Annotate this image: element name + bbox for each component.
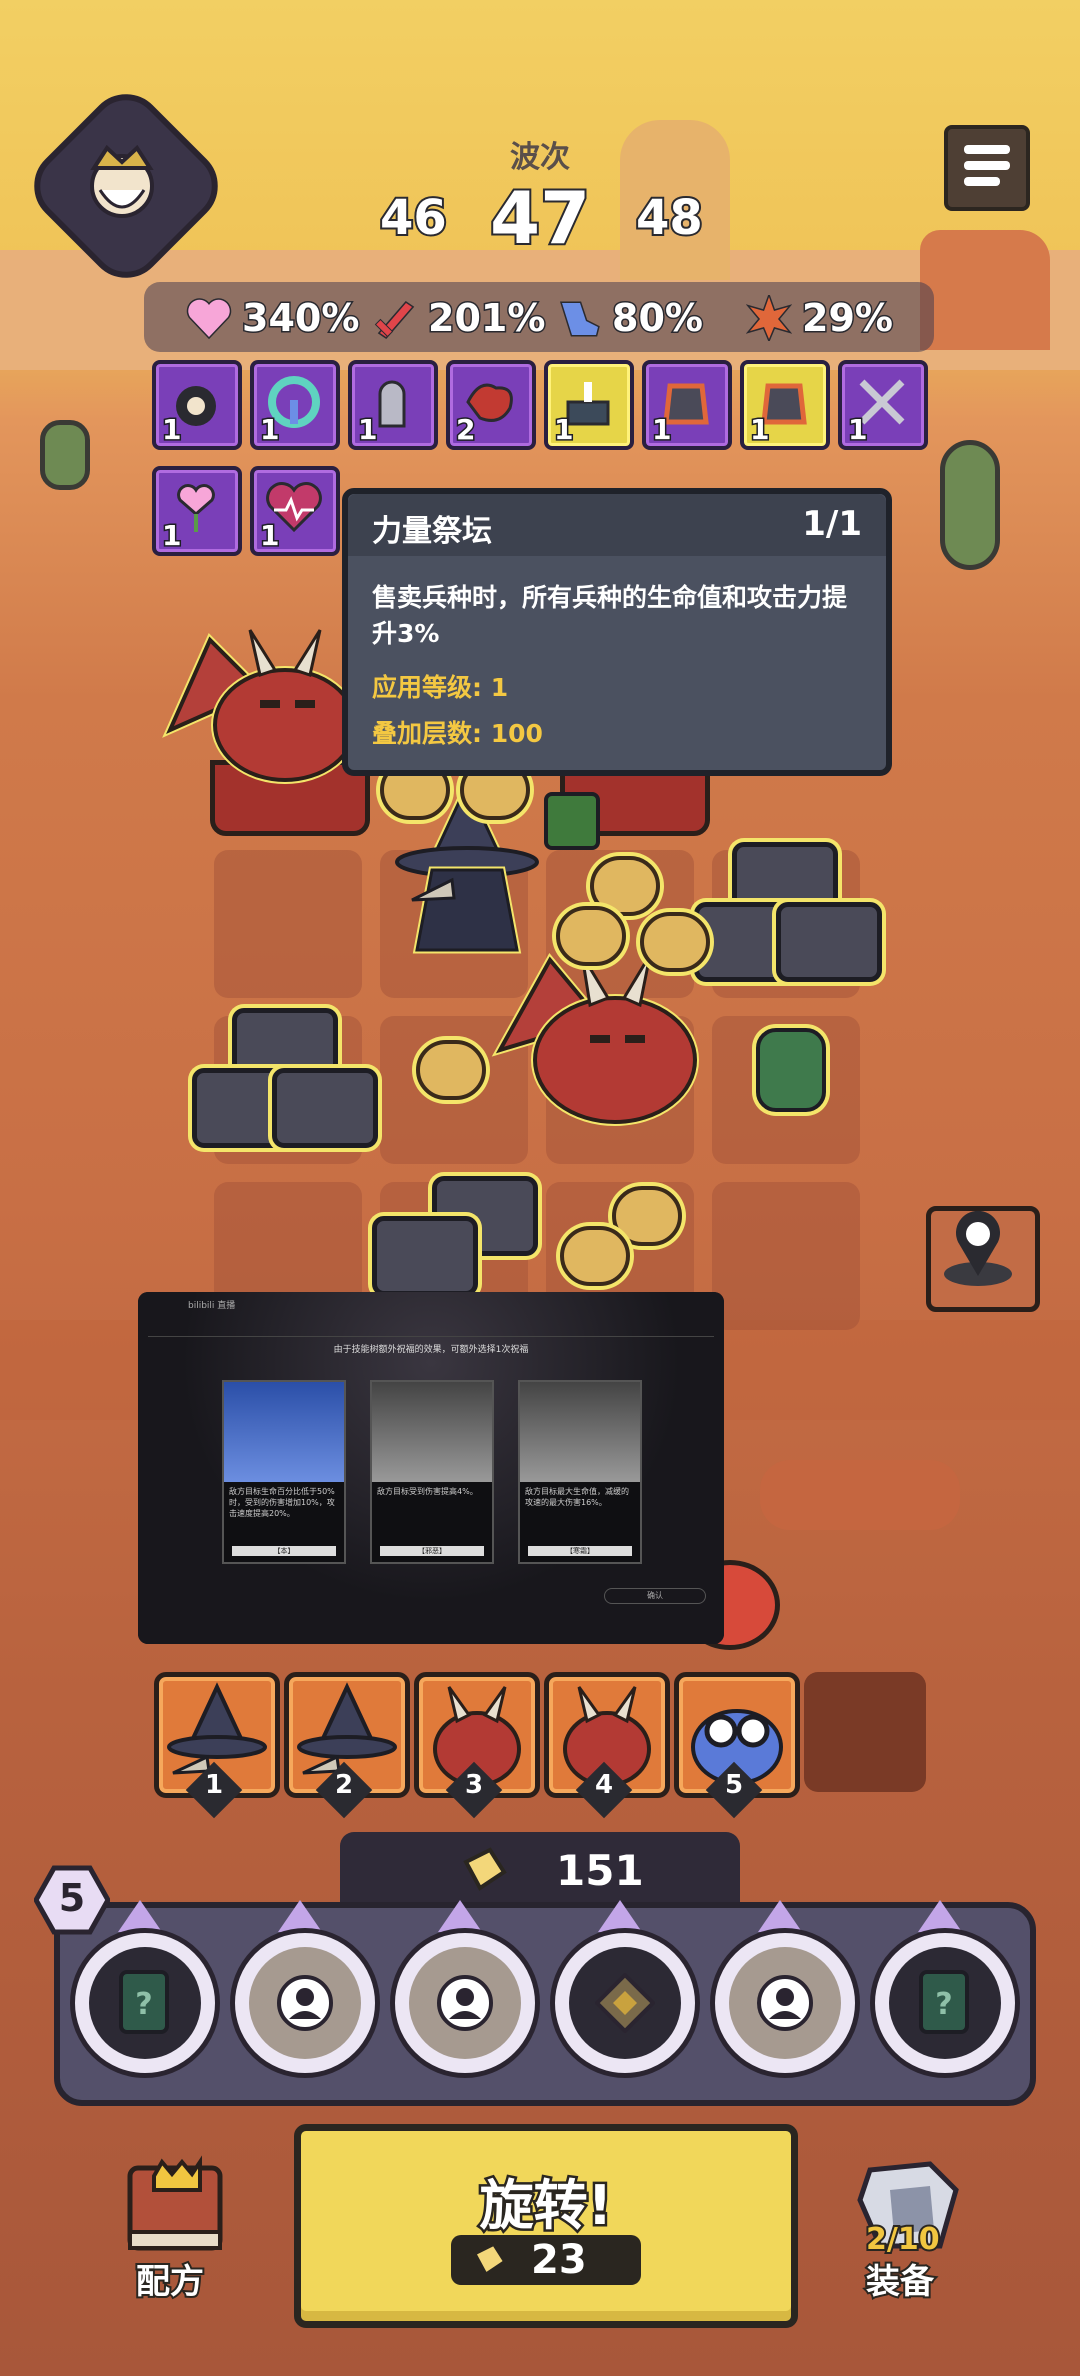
roll-slot-6[interactable]: ? [870, 1928, 1020, 2078]
stat-crit: 29% [746, 290, 894, 346]
stat-speed: 80% [556, 290, 704, 346]
tooltip-description: 售卖兵种时，所有兵种的生命值和攻击力提升3% [372, 583, 848, 648]
bear-unit[interactable] [560, 1226, 630, 1286]
buff-fire-armor[interactable]: 1 [642, 360, 732, 450]
blessing-card[interactable]: 敌方目标生命百分比低于50%时，受到的伤害增加10%，攻击速度提高20%。 【本… [222, 1380, 346, 1564]
roll-slot-5[interactable] [710, 1928, 860, 2078]
coin-icon [472, 2242, 507, 2277]
overlay-confirm-button[interactable]: 确认 [604, 1588, 706, 1604]
mech-unit[interactable] [272, 1068, 378, 1148]
blessing-card[interactable]: 敌方目标最大生命值，减缓的攻速的最大伤害16%。 【寒霜】 [518, 1380, 642, 1564]
spin-cost-value: 23 [531, 2237, 587, 2283]
cactus-decor [40, 420, 90, 490]
deck-slot-empty[interactable] [804, 1672, 926, 1792]
tooltip-stack-count: 叠加层数: 100 [372, 719, 543, 748]
portrait-icon [757, 1975, 813, 2031]
tooltip-apply-level: 应用等级: 1 [372, 673, 509, 702]
bear-unit[interactable] [416, 1040, 486, 1100]
buff-altar[interactable]: 1 [544, 360, 634, 450]
coin-counter: 151 [340, 1832, 740, 1908]
mech-unit[interactable] [776, 902, 882, 982]
buff-crossed-swords[interactable]: 1 [838, 360, 928, 450]
blessing-card[interactable]: 敌方目标受到伤害提高4%。 【邪恶】 [370, 1380, 494, 1564]
roll-slot-4[interactable] [550, 1928, 700, 2078]
overlay-subheader: 由于技能树额外祝福的效果，可额外选择1次祝福 [333, 1345, 529, 1355]
buff-tombstone[interactable]: 1 [348, 360, 438, 450]
spin-label: 旋转! [477, 2172, 615, 2240]
stat-health: 340% [186, 290, 361, 346]
buff-heart-flower[interactable]: 1 [152, 466, 242, 556]
coin-icon [463, 1847, 507, 1891]
buff-bomb-skull[interactable]: 1 [152, 360, 242, 450]
coin-value: 151 [556, 1846, 644, 1895]
deck-slot-number: 1 [204, 1770, 224, 1800]
buff-speed-gauge[interactable]: 1 [250, 360, 340, 450]
wave-next: 48 [634, 188, 705, 248]
buff-blood-splash[interactable]: 2 [446, 360, 536, 450]
bear-unit[interactable] [640, 912, 710, 972]
recipe-label: 配方 [134, 2260, 206, 2304]
equipment-button[interactable]: 2/10 装备 [840, 2150, 980, 2304]
boot-icon [559, 301, 600, 337]
portrait-icon [437, 1975, 493, 2031]
burst-icon [746, 295, 792, 341]
equip-count: 2/10 [864, 2220, 942, 2259]
wave-current: 47 [488, 174, 592, 262]
deck-slot-number: 2 [334, 1770, 354, 1800]
deck-slot-number: 3 [464, 1770, 484, 1800]
card-icon: ? [919, 1970, 969, 2034]
menu-icon [964, 145, 1010, 154]
stat-attack: 201% [372, 290, 547, 346]
mech-unit[interactable] [372, 1216, 478, 1296]
diamond-icon [595, 1973, 655, 2033]
bear-unit[interactable] [556, 906, 626, 966]
backpack-item[interactable] [544, 792, 600, 850]
tooltip-title: 力量祭坛 [372, 514, 492, 549]
overlay-brand: bilibili 直播 [188, 1301, 236, 1311]
buff-fire-armor-gold[interactable]: 1 [740, 360, 830, 450]
dragon-unit[interactable] [150, 600, 370, 790]
cactus-decor [940, 440, 1000, 570]
blessing-selection-overlay: bilibili 直播 由于技能树额外祝福的效果，可额外选择1次祝福 敌方目标生… [138, 1292, 724, 1644]
wave-previous: 46 [378, 188, 449, 248]
wave-label: 波次 [510, 140, 570, 175]
equip-label: 装备 [864, 2260, 936, 2304]
deck-slot-number: 5 [724, 1770, 744, 1800]
card-icon: ? [119, 1970, 169, 2034]
recipe-button[interactable]: 配方 [110, 2150, 240, 2304]
archer-unit[interactable] [756, 1028, 826, 1112]
spin-cost: 23 [451, 2235, 641, 2285]
roll-slot-3[interactable] [390, 1928, 540, 2078]
tooltip-level: 1/1 [802, 504, 862, 544]
portrait-icon [277, 1975, 333, 2031]
heart-icon [186, 298, 232, 339]
buff-heartbeat[interactable]: 1 [250, 466, 340, 556]
spin-button[interactable]: 旋转! 23 [294, 2124, 798, 2328]
level-value: 5 [58, 1876, 86, 1920]
skull-pin-icon [944, 1210, 1012, 1286]
roll-slot-2[interactable] [230, 1928, 380, 2078]
svg-text:?: ? [935, 1987, 952, 2022]
buff-tooltip: 力量祭坛 1/1 售卖兵种时，所有兵种的生命值和攻击力提升3% 应用等级: 1 … [342, 488, 892, 776]
menu-button[interactable] [944, 125, 1030, 211]
svg-text:?: ? [135, 1987, 152, 2022]
sword-icon [374, 301, 415, 339]
deck-slot-number: 4 [594, 1770, 614, 1800]
boss-map-button[interactable] [926, 1206, 1040, 1312]
roll-slot-1[interactable]: ? [70, 1928, 220, 2078]
recipe-book-icon [127, 2155, 223, 2251]
